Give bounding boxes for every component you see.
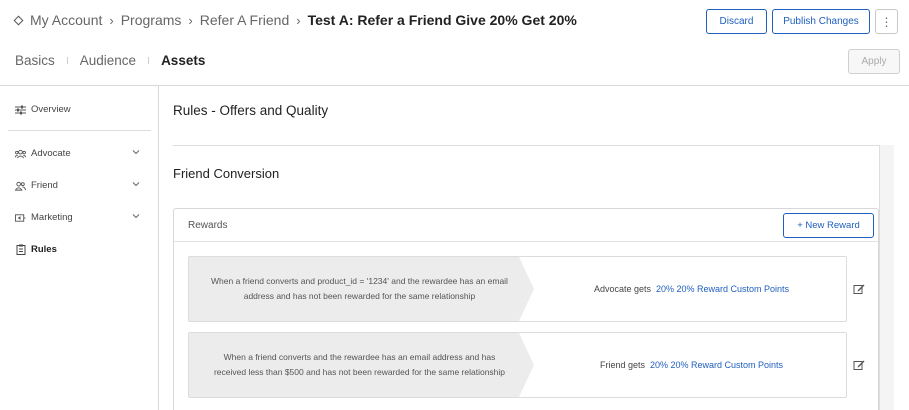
sidebar-item-overview[interactable]: Overview <box>15 104 140 115</box>
section-title: Friend Conversion <box>173 166 280 181</box>
group-icon <box>15 149 26 159</box>
rule-recipient: Advocate gets <box>593 284 651 294</box>
tab-basics[interactable]: Basics <box>15 53 55 68</box>
sidebar-divider <box>8 130 151 131</box>
rule-condition: When a friend converts and product_id = … <box>189 257 535 321</box>
top-bar: My Account › Programs › Refer A Friend ›… <box>0 0 909 42</box>
rule-condition-text: When a friend converts and product_id = … <box>211 276 508 301</box>
clipboard-icon <box>15 244 26 255</box>
chevron-right-icon: › <box>109 12 114 28</box>
sidebar-item-advocate[interactable]: Advocate <box>15 148 140 159</box>
rewards-panel: Rewards + New Reward When a friend conve… <box>173 208 879 410</box>
marketing-icon <box>15 213 26 223</box>
sidebar-item-rules[interactable]: Rules <box>15 244 140 255</box>
sidebar-item-marketing[interactable]: Marketing <box>15 212 140 223</box>
breadcrumb: My Account › Programs › Refer A Friend ›… <box>13 12 577 28</box>
reward-link[interactable]: 20% 20% Reward Custom Points <box>650 360 783 370</box>
sidebar: Overview Advocate Friend Marketing Rules <box>0 86 159 410</box>
rewards-label: Rewards <box>188 220 228 231</box>
sidebar-item-friend[interactable]: Friend <box>15 180 140 191</box>
tab-divider <box>66 57 68 64</box>
sidebar-item-label: Advocate <box>31 148 71 159</box>
tab-divider <box>148 57 150 64</box>
chevron-down-icon[interactable] <box>132 180 140 190</box>
tab-bar: Basics Audience Assets <box>15 53 205 68</box>
rule-condition-text: When a friend converts and the rewardee … <box>213 352 506 377</box>
more-options-button[interactable]: ⋮ <box>875 9 898 34</box>
tab-audience[interactable]: Audience <box>80 53 136 68</box>
breadcrumb-my-account[interactable]: My Account <box>30 12 102 28</box>
apply-button[interactable]: Apply <box>848 49 900 74</box>
publish-changes-button[interactable]: Publish Changes <box>772 9 870 34</box>
breadcrumb-programs[interactable]: Programs <box>121 12 182 28</box>
scrollbar-track[interactable] <box>880 145 894 410</box>
rule-recipient: Friend gets <box>599 360 645 370</box>
rule-condition: When a friend converts and the rewardee … <box>189 333 535 397</box>
rewards-header: Rewards + New Reward <box>174 209 878 242</box>
tab-assets[interactable]: Assets <box>161 53 205 68</box>
rule-action: Friend gets 20% 20% Reward Custom Points <box>535 333 848 397</box>
breadcrumb-refer-a-friend[interactable]: Refer A Friend <box>200 12 290 28</box>
chevron-right-icon: › <box>296 12 301 28</box>
edit-icon[interactable] <box>853 283 865 295</box>
sliders-icon <box>15 105 26 115</box>
chevron-right-icon: › <box>188 12 193 28</box>
new-reward-button[interactable]: + New Reward <box>783 213 874 238</box>
reward-rule-row: When a friend converts and product_id = … <box>188 256 847 322</box>
reward-rule-row: When a friend converts and the rewardee … <box>188 332 847 398</box>
page-title: Test A: Refer a Friend Give 20% Get 20% <box>307 12 577 28</box>
chevron-down-icon[interactable] <box>132 148 140 158</box>
reward-link[interactable]: 20% 20% Reward Custom Points <box>656 284 789 294</box>
sidebar-item-label: Marketing <box>31 212 73 223</box>
edit-icon[interactable] <box>853 359 865 371</box>
content-title: Rules - Offers and Quality <box>173 103 329 118</box>
discard-button[interactable]: Discard <box>706 9 767 34</box>
users-icon <box>15 181 26 191</box>
section-divider <box>173 145 880 146</box>
sidebar-item-label: Overview <box>31 104 71 115</box>
sidebar-item-label: Friend <box>31 180 58 191</box>
rule-action: Advocate gets 20% 20% Reward Custom Poin… <box>535 257 848 321</box>
diamond-icon <box>13 15 24 26</box>
sidebar-item-label: Rules <box>31 244 57 255</box>
chevron-down-icon[interactable] <box>132 212 140 222</box>
